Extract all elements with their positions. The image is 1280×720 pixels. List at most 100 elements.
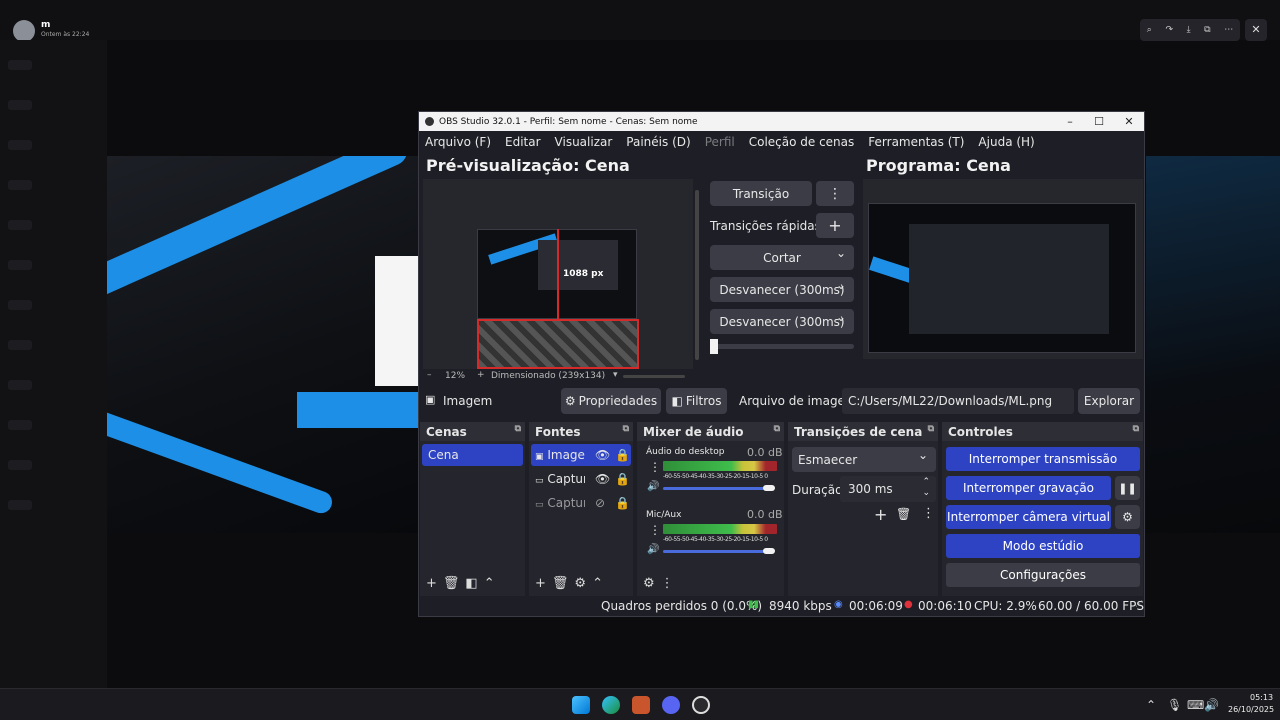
transition-menu-button[interactable]: ⋮ xyxy=(816,181,854,206)
clock-time[interactable]: 05:13 xyxy=(1250,693,1273,702)
sources-dock: Fontes ⧉ ▣ Imagem 👁 🔒 ▭ Captura 👁 🔒 ▭ Captu… xyxy=(529,422,633,596)
volume-slider[interactable] xyxy=(663,548,775,554)
maximize-button[interactable]: ☐ xyxy=(1084,112,1114,131)
properties-button[interactable]: ⚙ Propriedades xyxy=(561,388,661,414)
preview-scrollbar[interactable] xyxy=(695,190,699,360)
menu-tools[interactable]: Ferramentas (T) xyxy=(868,135,964,149)
zoom-in-icon[interactable]: + xyxy=(477,370,485,380)
channel-menu-icon[interactable]: ⋮ xyxy=(649,523,661,537)
edge-icon[interactable] xyxy=(602,696,620,714)
menu-view[interactable]: Visualizar xyxy=(555,135,613,149)
add-source-icon[interactable]: + xyxy=(535,576,546,591)
channel-menu-icon[interactable]: ⋮ xyxy=(649,460,661,474)
menu-scene-collection[interactable]: Coleção de cenas xyxy=(749,135,855,149)
image-icon: ▣ xyxy=(535,452,544,462)
remove-scene-icon[interactable]: 🗑 xyxy=(443,576,460,591)
stop-vcam-button[interactable]: Interromper câmera virtual xyxy=(946,505,1111,529)
source-properties-icon[interactable]: ⚙ xyxy=(574,576,586,591)
file-path-input[interactable]: C:/Users/ML22/Downloads/ML.png xyxy=(842,388,1074,414)
filter-icon: ◧ xyxy=(671,394,683,408)
transition-menu-icon[interactable]: ⋮ xyxy=(922,506,935,521)
start-icon[interactable] xyxy=(572,696,590,714)
zoom-dropdown-icon[interactable]: ▾ xyxy=(613,370,618,380)
transition-button[interactable]: Transição xyxy=(710,181,812,206)
program-title: Programa: Cena xyxy=(866,156,1011,175)
menu-profile[interactable]: Perfil xyxy=(705,135,735,149)
filters-button[interactable]: ◧ Filtros xyxy=(666,388,727,414)
network-icon[interactable]: ⌨ xyxy=(1187,698,1204,712)
source-item[interactable]: ▭ Captura ⊘ 🔒 xyxy=(531,492,631,514)
tbar-slider[interactable] xyxy=(710,339,854,354)
download-icon[interactable]: ⤓ xyxy=(1187,25,1191,35)
move-up-icon[interactable]: ⌃ xyxy=(484,576,495,591)
mic-icon[interactable]: 🎙 xyxy=(1167,698,1182,712)
float-icon[interactable]: ⧉ xyxy=(928,424,934,434)
float-icon[interactable]: ⧉ xyxy=(515,424,521,434)
more-icon[interactable]: ⋯ xyxy=(1224,25,1233,35)
source-label: Captura xyxy=(547,472,585,486)
fade-dropdown-2[interactable]: Desvanecer (300ms) xyxy=(710,309,854,334)
duration-input[interactable]: 300 ms ⌃ ⌄ xyxy=(840,476,936,502)
lock-icon[interactable]: 🔒 xyxy=(615,472,630,486)
selected-image-bounds[interactable] xyxy=(477,319,639,369)
studio-mode-button[interactable]: Modo estúdio xyxy=(946,534,1140,558)
zoom-icon[interactable]: ⌕ xyxy=(1147,25,1152,35)
volume-icon[interactable]: 🔊 xyxy=(647,544,659,555)
source-item[interactable]: ▣ Imagem 👁 🔒 xyxy=(531,444,631,466)
close-button[interactable]: ✕ xyxy=(1114,112,1144,131)
obs-icon[interactable] xyxy=(692,696,710,714)
volume-icon[interactable]: 🔊 xyxy=(1204,698,1219,712)
add-scene-icon[interactable]: + xyxy=(426,576,437,591)
scene-item[interactable]: Cena xyxy=(422,444,523,466)
vcam-settings-button[interactable]: ⚙ xyxy=(1115,505,1140,529)
avatar[interactable] xyxy=(13,20,35,42)
volume-slider[interactable] xyxy=(663,485,775,491)
source-item[interactable]: ▭ Captura 👁 🔒 xyxy=(531,468,631,490)
tray-chevron-icon[interactable]: ⌃ xyxy=(1146,698,1156,712)
stepper-icon[interactable]: ⌃ ⌄ xyxy=(922,477,930,499)
float-icon[interactable]: ⧉ xyxy=(623,424,629,434)
clock-date[interactable]: 26/10/2025 xyxy=(1228,705,1274,714)
fade-dropdown-1[interactable]: Desvanecer (300ms) xyxy=(710,277,854,302)
menu-docks[interactable]: Painéis (D) xyxy=(626,135,690,149)
transition-select[interactable]: Esmaecer xyxy=(792,447,936,472)
browse-button[interactable]: Explorar xyxy=(1078,388,1140,414)
eye-icon[interactable]: 👁 xyxy=(595,448,610,462)
lock-icon[interactable]: 🔒 xyxy=(615,496,630,510)
discord-icon[interactable] xyxy=(662,696,680,714)
menu-file[interactable]: Arquivo (F) xyxy=(425,135,491,149)
preview-canvas[interactable]: 1088 px xyxy=(423,179,693,369)
minimize-button[interactable]: – xyxy=(1055,112,1085,131)
open-icon[interactable]: ⧉ xyxy=(1204,25,1210,35)
move-up-icon[interactable]: ⌃ xyxy=(592,576,603,591)
rotate-icon[interactable]: ↷ xyxy=(1165,25,1173,35)
preview-hscroll[interactable] xyxy=(623,375,685,378)
zoom-out-icon[interactable]: – xyxy=(427,370,432,380)
eye-hidden-icon[interactable]: ⊘ xyxy=(595,496,605,510)
advanced-audio-icon[interactable]: ⚙ xyxy=(643,576,655,591)
volume-icon[interactable]: 🔊 xyxy=(647,481,659,492)
stop-stream-button[interactable]: Interromper transmissão xyxy=(946,447,1140,471)
pause-button[interactable]: ❚❚ xyxy=(1115,476,1140,500)
close-viewer-button[interactable]: ✕ xyxy=(1245,19,1267,41)
app-icon[interactable] xyxy=(632,696,650,714)
remove-source-icon[interactable]: 🗑 xyxy=(552,576,569,591)
add-quick-transition-button[interactable]: + xyxy=(816,213,854,238)
menu-edit[interactable]: Editar xyxy=(505,135,541,149)
resize-grip-icon[interactable]: ⋰ xyxy=(1135,599,1143,608)
fps: 60.00 / 60.00 FPS xyxy=(1038,599,1144,613)
tbar-handle[interactable] xyxy=(710,339,718,354)
scene-filters-icon[interactable]: ◧ xyxy=(465,576,477,591)
level-meter xyxy=(663,524,777,534)
lock-icon[interactable]: 🔒 xyxy=(615,448,630,462)
float-icon[interactable]: ⧉ xyxy=(1133,424,1139,434)
float-icon[interactable]: ⧉ xyxy=(774,424,780,434)
menu-help[interactable]: Ajuda (H) xyxy=(978,135,1034,149)
eye-icon[interactable]: 👁 xyxy=(595,472,610,486)
add-transition-icon[interactable]: + xyxy=(874,505,887,524)
cut-dropdown[interactable]: Cortar xyxy=(710,245,854,270)
remove-transition-icon[interactable]: 🗑 xyxy=(896,507,911,521)
settings-button[interactable]: Configurações xyxy=(946,563,1140,587)
stop-record-button[interactable]: Interromper gravação xyxy=(946,476,1111,500)
mixer-menu-icon[interactable]: ⋮ xyxy=(661,576,674,591)
